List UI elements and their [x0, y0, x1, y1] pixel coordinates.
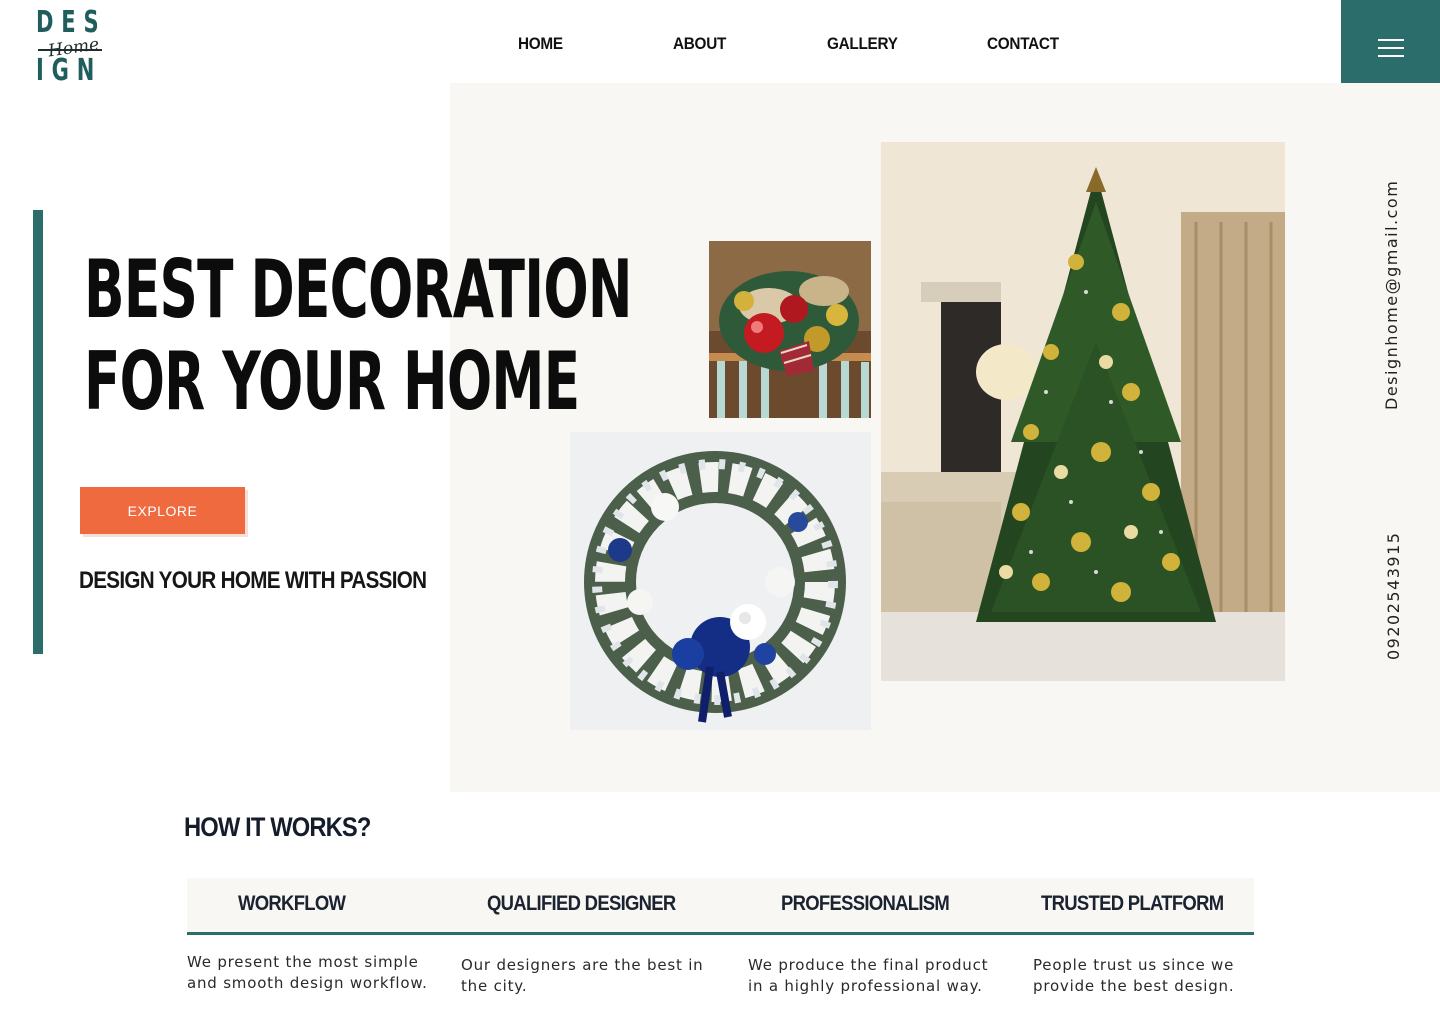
feature-desc-line: We present the most simple: [187, 953, 419, 971]
nav-contact[interactable]: CONTACT: [987, 34, 1059, 54]
feature-desc-professionalism: We produce the final product in a highly…: [748, 955, 1008, 997]
ornament-photo: [709, 241, 871, 418]
hero-tagline: DESIGN YOUR HOME WITH PASSION: [79, 567, 427, 594]
feature-desc-line: in a highly professional way.: [748, 977, 983, 995]
feature-desc-workflow: We present the most simple and smooth de…: [187, 952, 447, 994]
hero-title-line2: FOR YOUR HOME: [84, 335, 580, 428]
feature-desc-line: provide the best design.: [1033, 977, 1235, 995]
feature-desc-line: People trust us since we: [1033, 956, 1235, 974]
hero-title-line1: BEST DECORATION: [84, 243, 632, 336]
hero-accent-bar: [33, 210, 43, 654]
hero-title: BEST DECORATION FOR YOUR HOME: [84, 243, 632, 428]
logo-text-top: DES: [36, 5, 107, 40]
feature-title-workflow[interactable]: WORKFLOW: [238, 892, 346, 916]
how-it-works-title: HOW IT WORKS?: [184, 812, 371, 842]
feature-title-trusted-platform[interactable]: TRUSTED PLATFORM: [1041, 892, 1224, 916]
feature-desc-line: We produce the final product: [748, 956, 989, 974]
logo-text-bottom: IGN: [36, 53, 103, 88]
feature-title-professionalism[interactable]: PROFESSIONALISM: [781, 892, 950, 916]
feature-desc-line: the city.: [461, 977, 528, 995]
hamburger-menu-icon: [1377, 38, 1404, 57]
site-logo[interactable]: DES Home IGN: [36, 6, 106, 90]
explore-button[interactable]: EXPLORE: [80, 487, 245, 534]
feature-desc-qualified-designer: Our designers are the best in the city.: [461, 955, 721, 997]
wreath-photo: [570, 432, 871, 730]
feature-title-qualified-designer[interactable]: QUALIFIED DESIGNER: [487, 892, 676, 916]
feature-desc-line: and smooth design workflow.: [187, 974, 428, 992]
nav-about[interactable]: ABOUT: [673, 34, 726, 54]
nav-home[interactable]: HOME: [518, 34, 563, 54]
feature-desc-line: Our designers are the best in: [461, 956, 704, 974]
contact-email[interactable]: Designhome@gmail.com: [1382, 180, 1401, 410]
contact-phone[interactable]: 09202543915: [1384, 532, 1403, 660]
menu-button[interactable]: [1341, 0, 1440, 95]
feature-desc-trusted-platform: People trust us since we provide the bes…: [1033, 955, 1293, 997]
nav-gallery[interactable]: GALLERY: [827, 34, 898, 54]
christmas-tree-photo: [881, 142, 1285, 681]
